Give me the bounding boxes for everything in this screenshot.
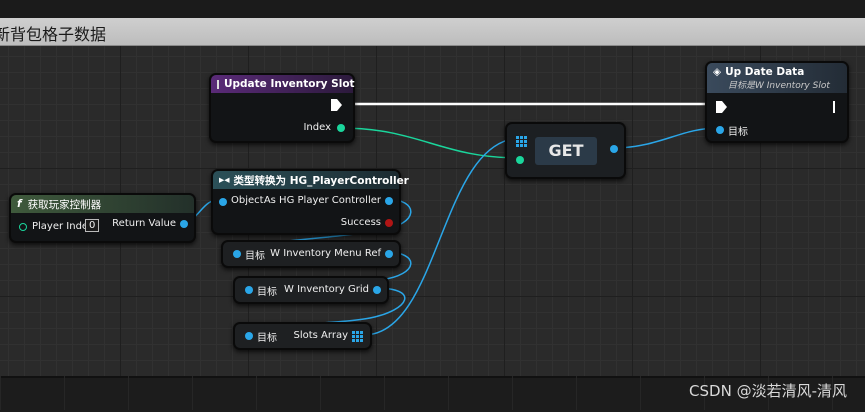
index-input-pin[interactable] bbox=[516, 156, 524, 164]
as-controller-pin[interactable] bbox=[385, 197, 393, 205]
return-value-label: Return Value bbox=[112, 218, 176, 229]
get-title: GET bbox=[535, 137, 597, 165]
slots-array-label: Slots Array bbox=[293, 330, 349, 341]
get-player-controller-node[interactable]: f 获取玩家控制器 Player Index 0 Return Value bbox=[9, 193, 196, 243]
update-data-node[interactable]: ◈ Up Date Data 目标是W Inventory Slot 目标 bbox=[705, 61, 849, 143]
menu-ref-label: W Inventory Menu Ref bbox=[270, 248, 381, 259]
get-menu-ref-node[interactable]: 目标 W Inventory Menu Ref bbox=[221, 240, 401, 268]
update-inventory-slot-node[interactable]: Update Inventory Slot Index bbox=[209, 73, 355, 143]
function-icon: ◈ bbox=[713, 65, 722, 78]
function-icon: f bbox=[17, 198, 22, 210]
top-toolbar-strip bbox=[0, 0, 865, 18]
exec-in-pin-icon[interactable] bbox=[716, 101, 727, 113]
target-pin[interactable] bbox=[716, 126, 724, 134]
success-pin[interactable] bbox=[385, 219, 393, 227]
exec-pin-icon[interactable] bbox=[331, 99, 342, 111]
object-pin[interactable] bbox=[219, 198, 227, 206]
target-label: 目标 bbox=[728, 127, 748, 138]
return-value-pin[interactable] bbox=[180, 220, 188, 228]
node-subtitle: 目标是W Inventory Slot bbox=[728, 80, 830, 91]
success-label: Success bbox=[340, 217, 381, 228]
exec-out-pin-icon[interactable] bbox=[833, 101, 835, 113]
target-label: 目标 bbox=[257, 333, 277, 344]
node-title: 获取玩家控制器 bbox=[27, 198, 102, 211]
node-title: Update Inventory Slot bbox=[224, 78, 355, 90]
target-pin[interactable] bbox=[233, 250, 241, 258]
comment-box-header[interactable]: 新背包格子数据 bbox=[0, 18, 865, 46]
cast-icon: ▸◂ bbox=[219, 174, 230, 186]
watermark: CSDN @淡若清风-清风 bbox=[689, 382, 847, 400]
get-slots-array-node[interactable]: 目标 Slots Array bbox=[233, 322, 372, 350]
array-icon[interactable] bbox=[516, 136, 527, 147]
target-pin[interactable] bbox=[245, 286, 253, 294]
index-pin[interactable] bbox=[337, 124, 345, 132]
get-inventory-grid-node[interactable]: 目标 W Inventory Grid bbox=[233, 276, 389, 304]
get-output-pin[interactable] bbox=[610, 145, 618, 153]
target-label: 目标 bbox=[245, 251, 265, 262]
array-icon[interactable] bbox=[352, 331, 363, 342]
player-index-input[interactable]: 0 bbox=[85, 219, 100, 232]
event-icon bbox=[217, 79, 219, 89]
menu-ref-pin[interactable] bbox=[385, 250, 393, 258]
target-label: 目标 bbox=[257, 287, 277, 298]
comment-title: 新背包格子数据 bbox=[0, 25, 107, 44]
node-title: 类型转换为 HG_PlayerController bbox=[233, 174, 409, 187]
as-controller-label: As HG Player Controller bbox=[263, 195, 381, 206]
inventory-grid-pin[interactable] bbox=[373, 286, 381, 294]
array-get-node[interactable]: GET bbox=[505, 122, 626, 179]
player-index-pin[interactable] bbox=[19, 223, 27, 231]
index-label: Index bbox=[303, 122, 331, 133]
inventory-grid-label: W Inventory Grid bbox=[284, 284, 369, 295]
node-title: Up Date Data bbox=[725, 65, 805, 78]
target-pin[interactable] bbox=[245, 332, 253, 340]
cast-to-controller-node[interactable]: ▸◂ 类型转换为 HG_PlayerController Object As H… bbox=[211, 169, 409, 235]
object-label: Object bbox=[231, 195, 264, 206]
